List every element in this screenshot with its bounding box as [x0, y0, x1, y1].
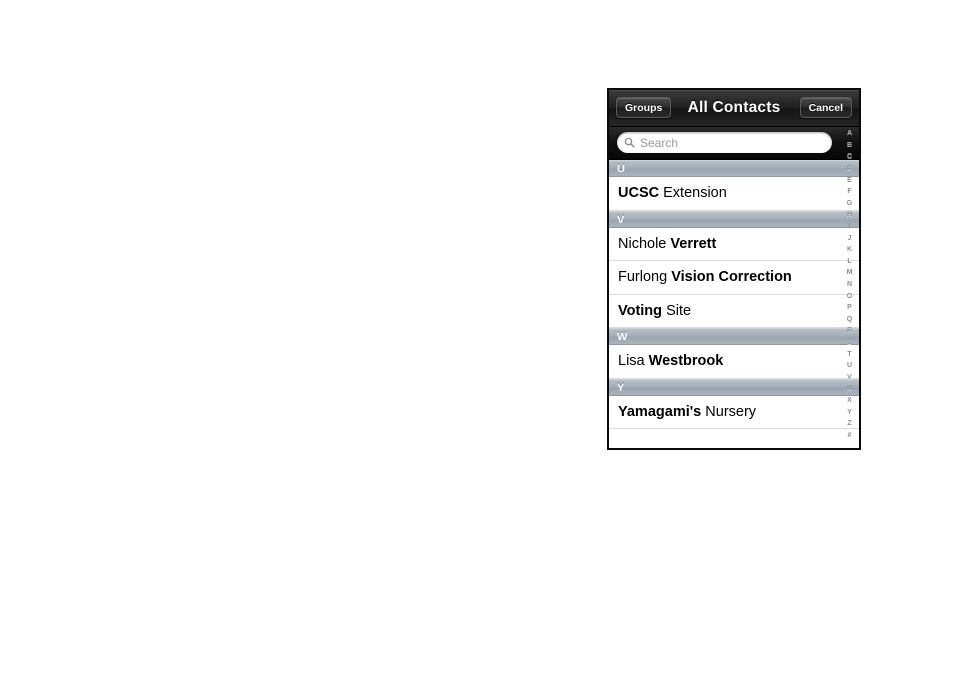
index-letter-p[interactable]: P — [840, 302, 859, 314]
index-letter-d[interactable]: D — [840, 163, 859, 175]
index-letter-v[interactable]: V — [840, 371, 859, 383]
search-input[interactable]: Search — [617, 132, 832, 153]
index-letter-n[interactable]: N — [840, 279, 859, 291]
contact-first-name: Lisa — [618, 353, 645, 369]
contact-first-name: Nichole — [618, 235, 667, 252]
index-letter-l[interactable]: L — [840, 256, 859, 268]
contact-first-name: UCSC — [618, 185, 660, 201]
contact-row[interactable]: Yamagami's Nursery — [609, 396, 859, 429]
contact-last-name: Site — [666, 302, 692, 319]
index-letter-m[interactable]: M — [840, 267, 859, 279]
search-icon — [624, 137, 635, 148]
contact-row[interactable]: Furlong Vision Correction — [609, 261, 859, 295]
index-letter-t[interactable]: T — [840, 348, 859, 360]
index-letter-e[interactable]: E — [840, 174, 859, 186]
contact-row[interactable]: Lisa Westbrook — [609, 345, 859, 379]
index-letter-k[interactable]: K — [840, 244, 859, 256]
index-letter-j[interactable]: J — [840, 232, 859, 244]
contact-last-name: Westbrook — [648, 353, 724, 369]
contact-row[interactable]: Nichole Verrett — [609, 228, 859, 261]
section-header-u: U — [609, 160, 859, 177]
index-letter-h[interactable]: H — [840, 209, 859, 221]
index-letter-a[interactable]: A — [840, 128, 859, 140]
index-letter-i[interactable]: I — [840, 221, 859, 233]
index-letter-u[interactable]: U — [840, 360, 859, 372]
index-letter-r[interactable]: R — [840, 325, 859, 337]
index-letter-y[interactable]: Y — [840, 406, 859, 418]
index-letter-hash[interactable]: # — [840, 429, 859, 441]
contact-last-name: Vision Correction — [671, 269, 792, 285]
contact-first-name: Voting — [618, 302, 663, 319]
search-placeholder: Search — [640, 135, 679, 150]
index-letter-f[interactable]: F — [840, 186, 859, 198]
index-letter-b[interactable]: B — [840, 140, 859, 152]
contact-row[interactable]: UCSC Extension — [609, 177, 859, 211]
contact-first-name: Furlong — [618, 269, 668, 285]
index-letter-x[interactable]: X — [840, 395, 859, 407]
index-letter-z[interactable]: Z — [840, 418, 859, 430]
contact-last-name: Extension — [663, 185, 727, 201]
contact-last-name: Verrett — [670, 235, 717, 252]
contact-row[interactable]: Voting Site — [609, 295, 859, 328]
index-letter-w[interactable]: W — [840, 383, 859, 395]
contacts-screenshot-frame: Groups All Contacts Cancel Search U UCSC … — [607, 88, 861, 450]
contact-first-name: Yamagami's — [618, 403, 702, 420]
index-letter-q[interactable]: Q — [840, 314, 859, 326]
search-bar: Search — [609, 127, 859, 160]
index-letter-o[interactable]: O — [840, 290, 859, 302]
navigation-bar: Groups All Contacts Cancel — [609, 90, 859, 127]
alphabet-index-strip[interactable]: A B C D E F G H I J K L M N O P Q R S T U V W X Y Z # — [840, 126, 859, 448]
section-header-v: V — [609, 210, 859, 228]
cancel-button[interactable]: Cancel — [799, 97, 852, 118]
contacts-list[interactable]: U UCSC Extension V Nichole Verrett Furlong V… — [609, 160, 859, 448]
index-letter-s[interactable]: S — [840, 337, 859, 349]
index-letter-c[interactable]: C — [840, 151, 859, 163]
section-header-y: Y — [609, 378, 859, 396]
contact-last-name: Nursery — [705, 403, 757, 420]
section-header-w: W — [609, 328, 859, 345]
index-letter-g[interactable]: G — [840, 198, 859, 210]
